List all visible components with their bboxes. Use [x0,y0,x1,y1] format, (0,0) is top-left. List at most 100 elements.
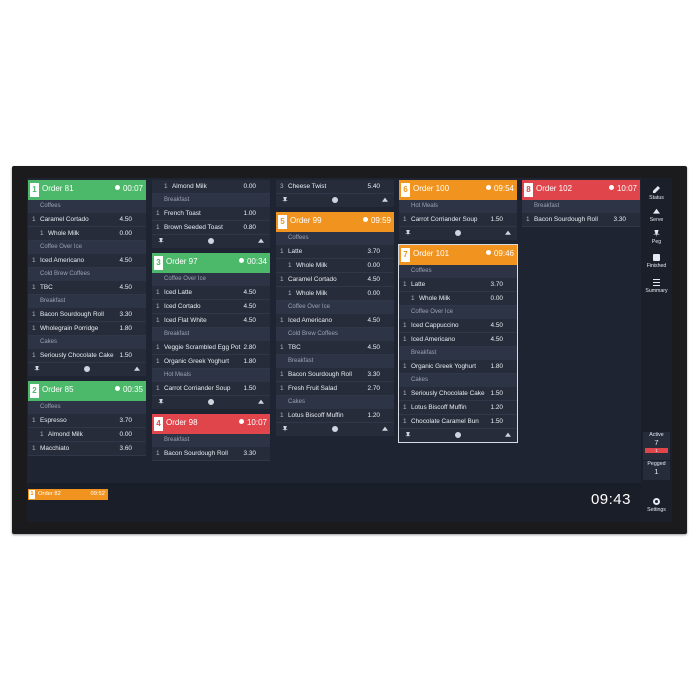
info-icon[interactable] [332,197,338,203]
settings-button[interactable]: Settings [641,498,672,513]
order-ticket[interactable]: 8 Order 102 10:07 Breakfast 1 Bacon Sourdough… [522,180,640,227]
item-name: Whole Milk [48,230,80,237]
item-row[interactable]: 1 Chocolate Caramel Bun 1.50 [399,415,517,429]
pin-icon[interactable] [405,432,411,438]
ticket-number: 6 [401,183,410,197]
item-row[interactable]: 1 Seriously Chocolate Cake 1.50 [399,387,517,401]
active-counter[interactable]: Active 7 1 [643,432,670,460]
order-ticket[interactable]: 7 Order 101 09:46 Coffees 1 Latte 3.70 1 Whole M… [398,244,518,443]
item-row[interactable]: 1 Latte 3.70 [399,278,517,292]
item-row[interactable]: 1 Lotus Biscoff Muffin 1.20 [399,401,517,415]
modifier-row[interactable]: 1 Whole Milk 0.00 [28,227,146,241]
summary-button[interactable]: Summary [641,279,672,294]
order-ticket[interactable]: 6 Order 100 09:54 Hot Meals 1 Carrot Corriand… [399,180,517,240]
pegged-order-chip[interactable]: 1 Order 82 09:52 [28,489,108,500]
ticket-header[interactable]: 3 Order 97 00:34 [152,253,270,273]
finished-button[interactable]: Finished [641,254,672,269]
pin-icon[interactable] [282,197,288,203]
order-ticket[interactable]: 1 Order 81 00:07 Coffees 1 Caramel Cortado 4.5… [28,180,146,376]
pin-icon[interactable] [158,399,164,405]
item-row[interactable]: 1 Iced Cappuccino 4.50 [399,319,517,333]
item-row[interactable]: 1 TBC 4.50 [28,281,146,295]
modifier-row[interactable]: 1 Whole Milk 0.00 [276,259,394,273]
item-row[interactable]: 1 Iced Americano 4.50 [399,333,517,347]
serve-arrow-icon[interactable] [258,238,264,243]
item-row[interactable]: 1 Macchiato 3.60 [28,442,146,456]
item-row[interactable]: 3 Cheese Twist 5.40 [276,180,394,194]
item-name: Fresh Fruit Salad [288,385,338,392]
order-ticket[interactable]: 5 Order 99 09:59 Coffees 1 Latte 3.70 1 Whole Mi… [276,212,394,436]
info-icon[interactable] [455,432,461,438]
item-row[interactable]: 1 Latte 3.70 [276,245,394,259]
item-row[interactable]: 1 Iced Latte 4.50 [152,286,270,300]
item-row[interactable]: 1 Lotus Biscoff Muffin 1.20 [276,409,394,423]
status-button[interactable]: Status [641,186,672,201]
info-icon[interactable] [455,230,461,236]
ticket-footer [152,235,270,248]
order-ticket[interactable]: 3 Order 97 00:34 Coffee Over Ice 1 Iced Latte… [152,253,270,409]
item-row[interactable]: 1 Bacon Sourdough Roll 3.30 [522,213,640,227]
item-row[interactable]: 1 Iced Americano 4.50 [28,254,146,268]
pin-icon[interactable] [158,238,164,244]
category-header: Coffees [28,401,146,414]
item-row[interactable]: 1 Bacon Sourdough Roll 3.30 [28,308,146,322]
info-icon[interactable] [208,238,214,244]
item-price: 4.50 [243,289,256,296]
ticket-header[interactable]: 8 Order 102 10:07 [522,180,640,200]
item-row[interactable]: 1 Carrot Corriander Soup 1.50 [399,213,517,227]
modifier-row[interactable]: 1 Whole Milk 0.00 [276,287,394,301]
item-row[interactable]: 1 Wholegrain Porridge 1.80 [28,322,146,336]
item-row[interactable]: 1 Iced Flat White 4.50 [152,314,270,328]
ticket-header[interactable]: 5 Order 99 09:59 [276,212,394,232]
peg-button[interactable]: Peg [641,230,672,245]
ticket-number: 7 [401,248,410,262]
info-icon[interactable] [208,399,214,405]
item-row[interactable]: 1 Organic Greek Yoghurt 1.80 [399,360,517,374]
serve-arrow-icon[interactable] [134,366,140,371]
item-row[interactable]: 1 French Toast 1.00 [152,207,270,221]
serve-button[interactable]: Serve [641,208,672,223]
modifier-row[interactable]: 1 Almond Milk 0.00 [152,180,270,194]
serve-arrow-icon[interactable] [258,399,264,404]
ticket-header[interactable]: 7 Order 101 09:46 [399,245,517,265]
info-icon[interactable] [332,426,338,432]
item-row[interactable]: 1 Caramel Cortado 4.50 [28,213,146,227]
item-row[interactable]: 1 Bacon Sourdough Roll 3.30 [152,447,270,461]
item-row[interactable]: 1 Veggie Scrambled Egg Pot 2.80 [152,341,270,355]
ticket-header[interactable]: 6 Order 100 09:54 [399,180,517,200]
order-ticket[interactable]: 1 Almond Milk 0.00 Breakfast 1 French Toast 1.… [152,180,270,248]
item-name: Almond Milk [172,183,207,190]
item-row[interactable]: 1 Brown Seeded Toast 0.80 [152,221,270,235]
order-ticket[interactable]: 2 Order 85 00:35 Coffees 1 Espresso 3.70 1 Almon… [28,381,146,456]
category-header: Coffee Over Ice [399,306,517,319]
category-header: Breakfast [152,434,270,447]
item-row[interactable]: 1 Organic Greek Yoghurt 1.80 [152,355,270,369]
item-row[interactable]: 1 Bacon Sourdough Roll 3.30 [276,368,394,382]
item-row[interactable]: 1 TBC 4.50 [276,341,394,355]
ticket-header[interactable]: 2 Order 85 00:35 [28,381,146,401]
ticket-footer [28,363,146,376]
item-row[interactable]: 1 Seriously Chocolate Cake 1.50 [28,349,146,363]
ticket-header[interactable]: 4 Order 98 10:07 [152,414,270,434]
pin-icon[interactable] [282,426,288,432]
pegged-counter[interactable]: Pegged 1 [643,461,670,480]
modifier-row[interactable]: 1 Almond Milk 0.00 [28,428,146,442]
serve-arrow-icon[interactable] [505,432,511,437]
serve-arrow-icon[interactable] [505,230,511,235]
item-row[interactable]: 1 Carrot Corriander Soup 1.50 [152,382,270,396]
item-row[interactable]: 1 Caramel Cortado 4.50 [276,273,394,287]
serve-arrow-icon[interactable] [382,197,388,202]
serve-arrow-icon[interactable] [382,426,388,431]
pin-icon[interactable] [405,230,411,236]
ticket-header[interactable]: 1 Order 81 00:07 [28,180,146,200]
item-row[interactable]: 1 Espresso 3.70 [28,414,146,428]
info-icon[interactable] [84,366,90,372]
order-ticket[interactable]: 4 Order 98 10:07 Breakfast 1 Bacon Sourdough … [152,414,270,461]
item-price: 1.80 [490,363,503,370]
modifier-row[interactable]: 1 Whole Milk 0.00 [399,292,517,306]
item-row[interactable]: 1 Iced Americano 4.50 [276,314,394,328]
order-ticket[interactable]: 3 Cheese Twist 5.40 [276,180,394,207]
item-row[interactable]: 1 Iced Cortado 4.50 [152,300,270,314]
item-row[interactable]: 1 Fresh Fruit Salad 2.70 [276,382,394,396]
pin-icon[interactable] [34,366,40,372]
